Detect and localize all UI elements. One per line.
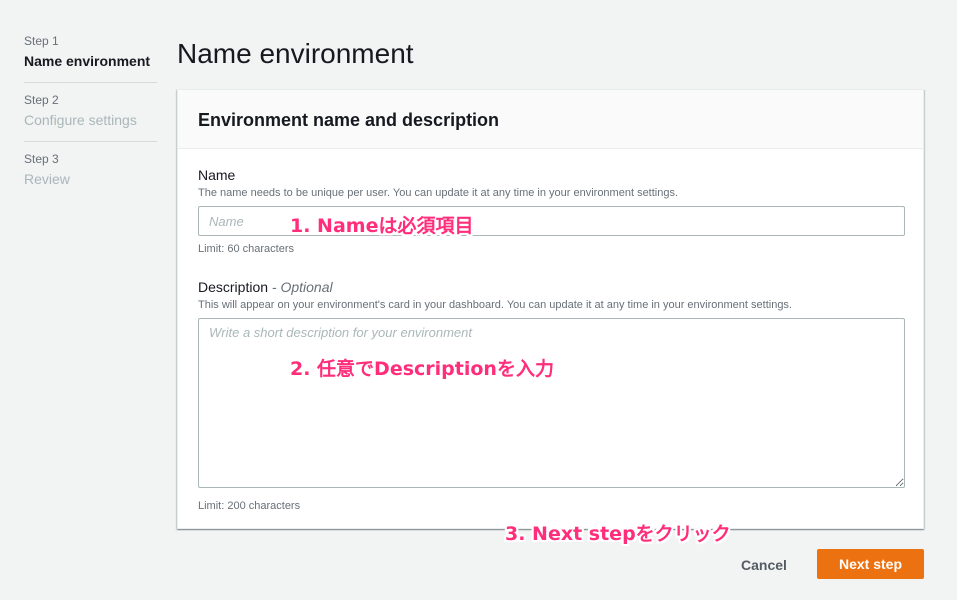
description-label: Description - Optional [198,278,903,296]
step-title: Review [24,171,70,187]
panel-title: Environment name and description [198,110,500,130]
wizard-steps-nav: Step 1 Name environment Step 2 Configure… [24,34,157,210]
step-3: Step 3 Review [24,152,157,200]
page-title: Name environment [177,38,414,69]
description-limit: Limit: 200 characters [198,500,301,512]
step-title: Name environment [24,53,151,69]
step-2: Step 2 Configure settings [24,93,157,142]
annotation-name-required: 1. Nameは必須項目 [290,215,474,237]
step-title: Configure settings [24,112,137,128]
annotation-description-optional: 2. 任意でDescriptionを入力 [290,358,554,380]
name-label: Name [198,167,236,183]
description-label-text: Description [198,279,269,295]
annotation-click-next: 3. Next stepをクリック [505,523,731,545]
step-1[interactable]: Step 1 Name environment [24,34,157,83]
step-number: Step 1 [24,34,59,48]
panel-body: Name The name needs to be unique per use… [178,149,923,513]
name-limit: Limit: 60 characters [198,243,294,255]
next-step-button[interactable]: Next step [817,549,924,579]
optional-tag: - Optional [271,279,333,295]
panel-header: Environment name and description [178,90,923,149]
environment-details-panel: Environment name and description Name Th… [177,89,924,529]
description-help: This will appear on your environment's c… [198,299,792,311]
wizard-page: Step 1 Name environment Step 2 Configure… [0,0,957,600]
cancel-button[interactable]: Cancel [730,551,798,579]
name-description: The name needs to be unique per user. Yo… [198,187,679,199]
description-textarea[interactable] [198,318,905,488]
step-number: Step 3 [24,152,59,166]
step-number: Step 2 [24,93,59,107]
